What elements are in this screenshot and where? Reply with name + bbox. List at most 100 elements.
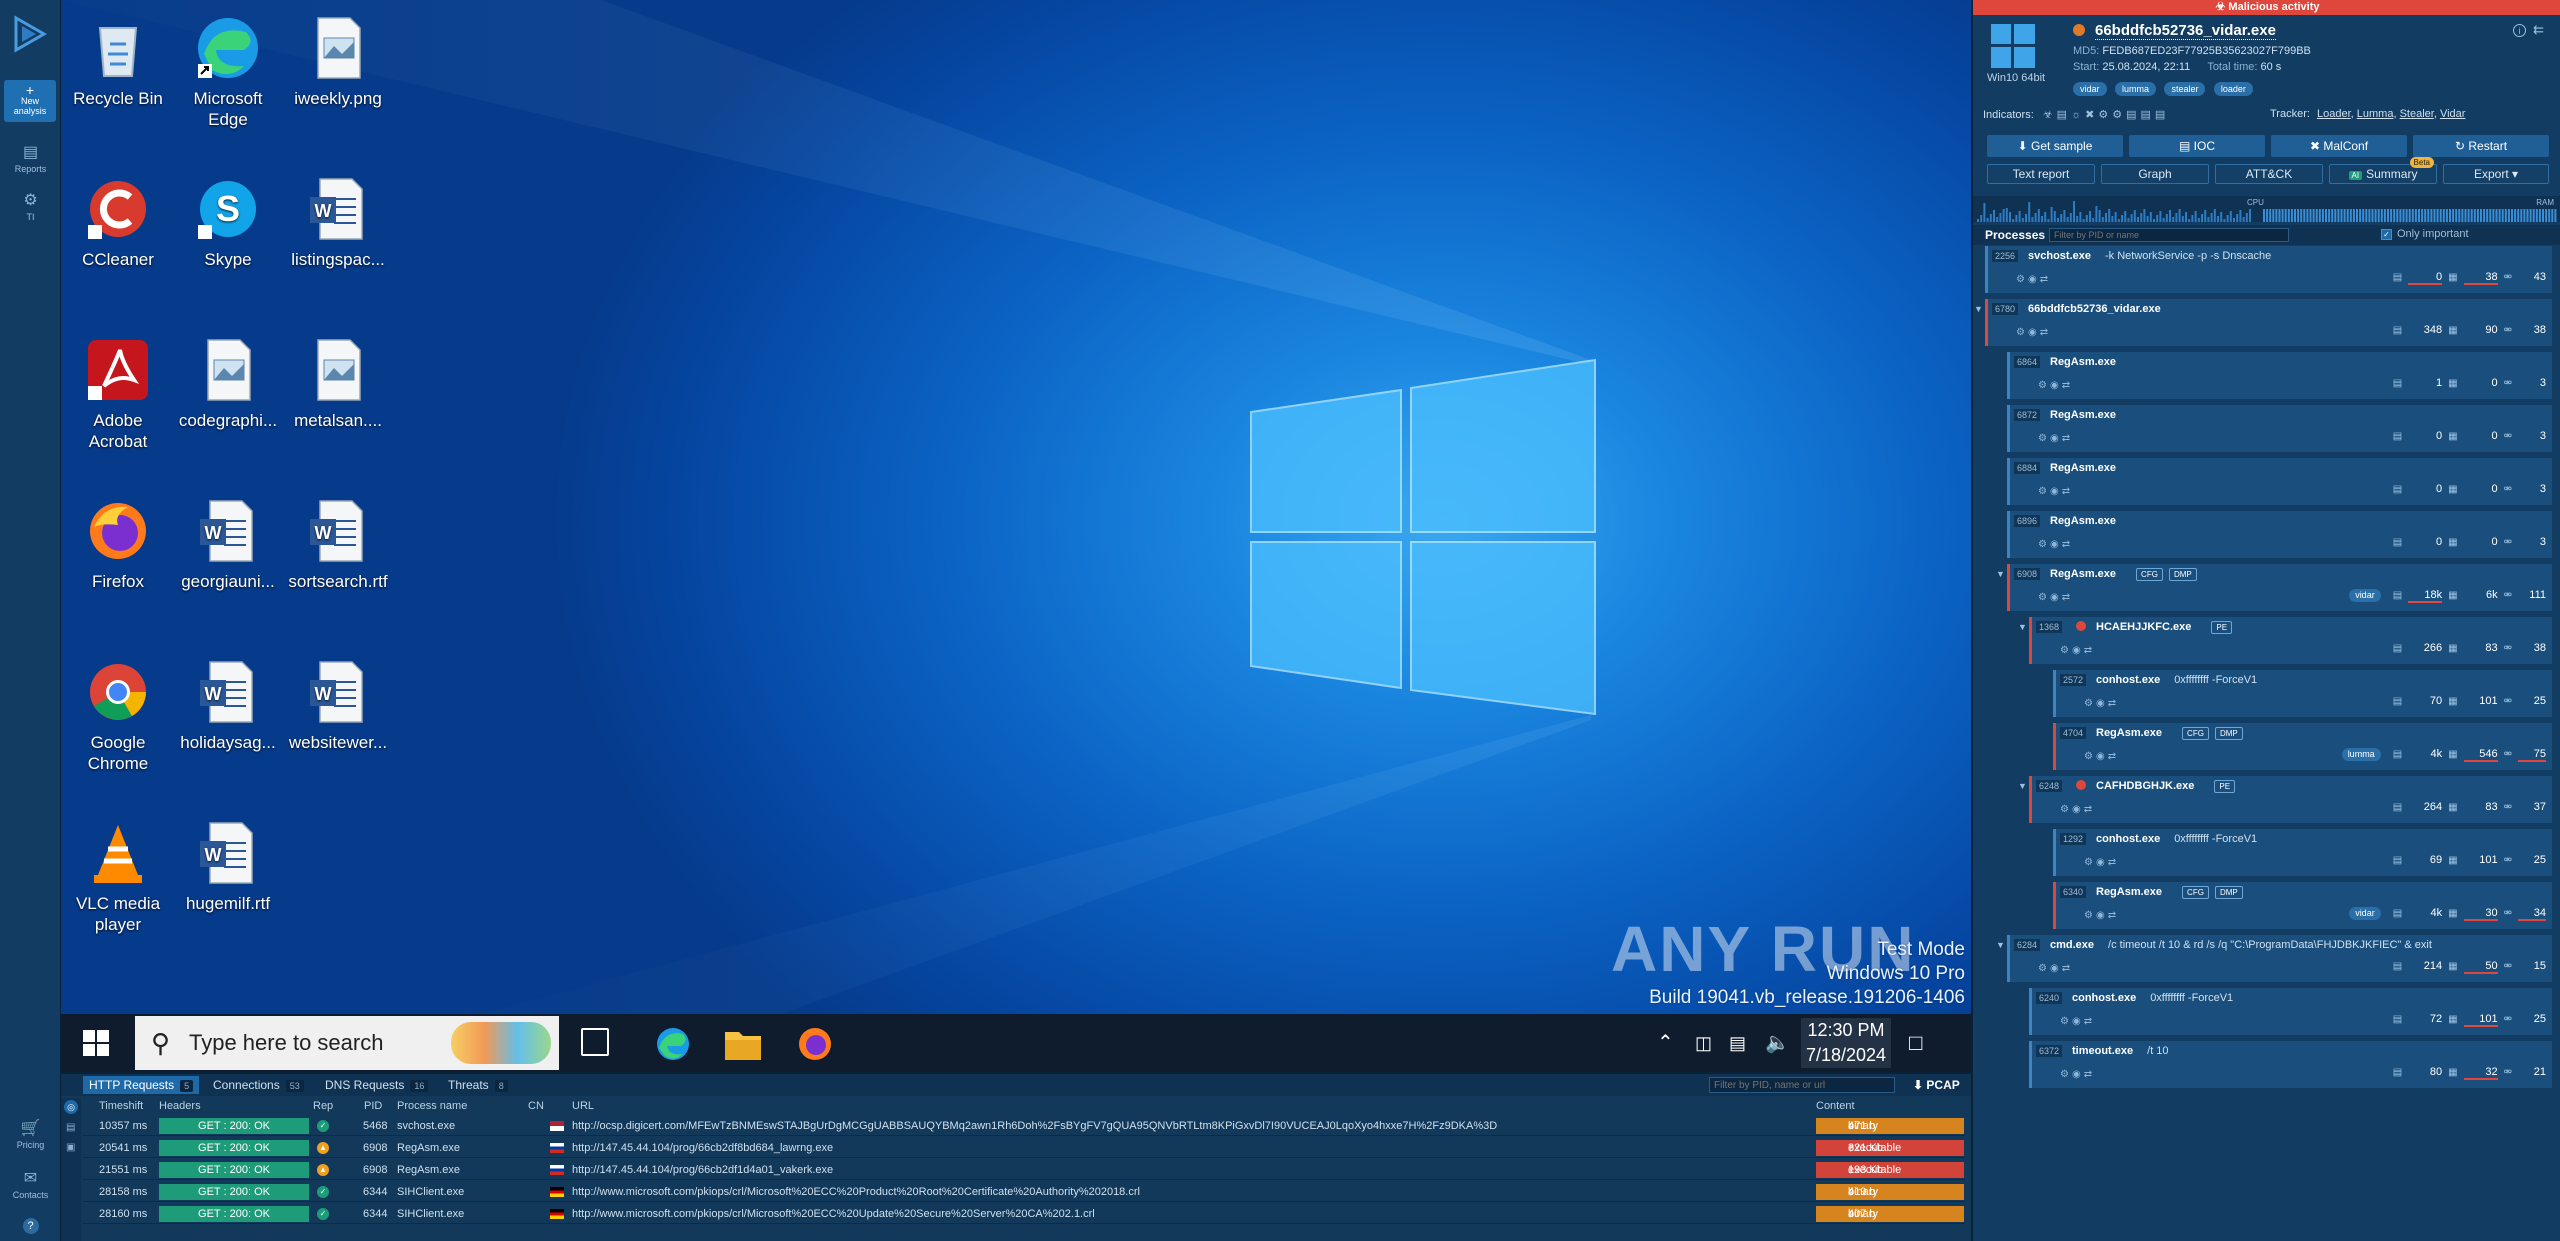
process-node[interactable]: 6248 CAFHDBGHJK.exe PE ⚙◉⇄ ▤ 264 ▦ 83 ⚮ 37	[2029, 776, 2552, 823]
lock-icon[interactable]: ▣	[66, 1142, 75, 1153]
new-analysis-button[interactable]: + New analysis	[4, 80, 56, 122]
ti-nav[interactable]: ⚙ TI	[0, 190, 61, 222]
expand-arrow-icon[interactable]: ▼	[1996, 940, 2005, 950]
restart-button[interactable]: ↻ Restart	[2413, 135, 2549, 157]
attck-button[interactable]: ATT&CK	[2215, 164, 2323, 184]
col-pid[interactable]: PID	[364, 1098, 382, 1114]
desktop-icon-metalsan[interactable]: metalsan....	[283, 336, 393, 431]
pricing-nav[interactable]: 🛒 Pricing	[0, 1118, 61, 1150]
desktop-icon-holidaysag[interactable]: W holidaysag...	[173, 658, 283, 753]
desktop-icon-acrobat[interactable]: Adobe Acrobat	[63, 336, 173, 452]
process-node[interactable]: 6240 conhost.exe 0xffffffff -ForceV1 ⚙◉⇄ ▤ 72…	[2029, 988, 2552, 1035]
process-node[interactable]: 6340 RegAsm.exe CFG DMP ⚙◉⇄ vidar ▤ 4k ▦ 30 ⚮ 34	[2053, 882, 2552, 929]
task-view-icon[interactable]	[581, 1028, 609, 1056]
process-node[interactable]: 6896 RegAsm.exe ⚙◉⇄ ▤ 0 ▦ 0 ⚮ 3	[2007, 511, 2552, 558]
desktop-icon-skype[interactable]: S Skype	[173, 175, 283, 270]
process-tag[interactable]: vidar	[2349, 589, 2381, 602]
desktop-icon-codegraphi[interactable]: codegraphi...	[173, 336, 283, 431]
file-icon[interactable]: ▤	[66, 1122, 75, 1133]
process-node[interactable]: 6872 RegAsm.exe ⚙◉⇄ ▤ 0 ▦ 0 ⚮ 3	[2007, 405, 2552, 452]
process-filter-input[interactable]	[2049, 228, 2289, 242]
notifications-icon[interactable]: □	[1909, 1014, 1922, 1072]
tracker-link-lumma[interactable]: Lumma	[2357, 108, 2394, 120]
network-row[interactable]: 28160 ms GET : 200: OK ✓ 6344 SIHClient.exe h…	[83, 1204, 1965, 1224]
process-node[interactable]: 6908 RegAsm.exe CFG DMP ⚙◉⇄ vidar ▤ 18k ▦ 6k ⚮ 111	[2007, 564, 2552, 611]
tray-device-icon[interactable]: ◫	[1695, 1014, 1712, 1072]
export-button[interactable]: Export ▾	[2443, 164, 2549, 184]
tab-threats[interactable]: Threats 8	[442, 1076, 514, 1094]
expand-arrow-icon[interactable]: ▼	[1996, 569, 2005, 579]
desktop-icon-ccleaner[interactable]: CCleaner	[63, 175, 173, 270]
col-headers[interactable]: Headers	[159, 1098, 201, 1114]
summary-button[interactable]: AI Summary Beta	[2329, 157, 2437, 184]
pcap-button[interactable]: ⬇ PCAP	[1913, 1076, 1960, 1094]
only-important-checkbox[interactable]: ✓	[2381, 229, 2392, 240]
expand-arrow-icon[interactable]: ▼	[2018, 622, 2027, 632]
col-content[interactable]: Content	[1816, 1098, 1855, 1114]
tab-connections[interactable]: Connections 53	[207, 1076, 310, 1094]
tag-vidar[interactable]: vidar	[2073, 82, 2107, 96]
get-sample-button[interactable]: ⬇ Get sample	[1987, 135, 2123, 157]
taskbar-search-box[interactable]: ⚲ Type here to search	[135, 1016, 559, 1070]
desktop-icon-vlc[interactable]: VLC media player	[63, 819, 173, 935]
process-node[interactable]: 6864 RegAsm.exe ⚙◉⇄ ▤ 1 ▦ 0 ⚮ 3	[2007, 352, 2552, 399]
edge-taskbar-icon[interactable]	[655, 1026, 691, 1062]
process-node[interactable]: 2572 conhost.exe 0xffffffff -ForceV1 ⚙◉⇄ ▤ 70…	[2053, 670, 2552, 717]
tag-loader[interactable]: loader	[2213, 82, 2253, 96]
col-cn[interactable]: CN	[528, 1098, 544, 1114]
anyrun-logo-icon[interactable]	[8, 12, 52, 56]
network-row[interactable]: 28158 ms GET : 200: OK ✓ 6344 SIHClient.exe h…	[83, 1182, 1965, 1202]
malconf-button[interactable]: ✖ MalConf	[2271, 135, 2407, 157]
taskbar-clock[interactable]: 12:30 PM 7/18/2024	[1801, 1018, 1891, 1068]
sample-filename[interactable]: 66bddfcb52736_vidar.exe	[2095, 22, 2276, 40]
process-tag[interactable]: vidar	[2349, 907, 2381, 920]
globe-icon[interactable]: ◎	[64, 1100, 78, 1114]
col-timeshift[interactable]: Timeshift	[99, 1098, 143, 1114]
ioc-button[interactable]: ▤ IOC	[2129, 135, 2265, 157]
process-node[interactable]: 1368 HCAEHJJKFC.exe PE ⚙◉⇄ ▤ 266 ▦ 83 ⚮ 38	[2029, 617, 2552, 664]
process-node[interactable]: 2256 svchost.exe -k NetworkService -p -s D…	[1985, 246, 2552, 293]
desktop-icon-sortsearch[interactable]: W sortsearch.rtf	[283, 497, 393, 592]
desktop-icon-firefox[interactable]: Firefox	[63, 497, 173, 592]
col-url[interactable]: URL	[572, 1098, 594, 1114]
desktop-icon-chrome[interactable]: Google Chrome	[63, 658, 173, 774]
desktop-icon-hugemilf[interactable]: W hugemilf.rtf	[173, 819, 283, 914]
desktop-icon-iweekly[interactable]: iweekly.png	[283, 14, 393, 109]
tracker-link-loader[interactable]: Loader	[2317, 108, 2351, 120]
col-rep[interactable]: Rep	[313, 1098, 333, 1114]
process-node[interactable]: 6372 timeout.exe/t 10 ⚙◉⇄ ▤ 80 ▦ 32 ⚮ 21	[2029, 1041, 2552, 1088]
info-icon[interactable]: i	[2513, 24, 2526, 37]
network-row[interactable]: 10357 ms GET : 200: OK ✓ 5468 svchost.exe htt…	[83, 1116, 1965, 1136]
graph-button[interactable]: Graph	[2101, 164, 2209, 184]
help-nav[interactable]: ?	[0, 1218, 61, 1236]
start-button[interactable]	[83, 1030, 109, 1056]
network-row[interactable]: 21551 ms GET : 200: OK ▲ 6908 RegAsm.exe http…	[83, 1160, 1965, 1180]
desktop-icon-edge[interactable]: Microsoft Edge	[173, 14, 283, 130]
tab-http-requests[interactable]: HTTP Requests 5	[83, 1076, 200, 1094]
contacts-nav[interactable]: ✉ Contacts	[0, 1168, 61, 1200]
tracker-link-vidar[interactable]: Vidar	[2440, 108, 2465, 120]
col-process-name[interactable]: Process name	[397, 1098, 467, 1114]
desktop-icon-recycle-bin[interactable]: Recycle Bin	[63, 14, 173, 109]
network-row[interactable]: 20541 ms GET : 200: OK ▲ 6908 RegAsm.exe http…	[83, 1138, 1965, 1158]
process-tag[interactable]: lumma	[2341, 748, 2381, 761]
process-node[interactable]: 1292 conhost.exe 0xffffffff -ForceV1 ⚙◉⇄ ▤ 69…	[2053, 829, 2552, 876]
reports-nav[interactable]: ▤ Reports	[0, 142, 61, 174]
md5-value[interactable]: FEDB687ED23F77925B35623027F799BB	[2102, 45, 2311, 57]
tag-lumma[interactable]: lumma	[2114, 82, 2156, 96]
volume-icon[interactable]: 🔈	[1765, 1014, 1790, 1072]
firefox-taskbar-icon[interactable]	[797, 1026, 833, 1062]
process-node[interactable]: 6284 cmd.exe/c timeout /t 10 & rd /s /q "…	[2007, 935, 2552, 982]
tracker-link-stealer[interactable]: Stealer	[2400, 108, 2434, 120]
tray-chevron-icon[interactable]: ⌃	[1657, 1014, 1674, 1072]
expand-arrow-icon[interactable]: ▼	[2018, 781, 2027, 791]
desktop-icon-listingspac[interactable]: W listingspac...	[283, 175, 393, 270]
process-node[interactable]: 6884 RegAsm.exe ⚙◉⇄ ▤ 0 ▦ 0 ⚮ 3	[2007, 458, 2552, 505]
indicator-icons[interactable]: ☣▤☼✖⚙⚙▤▤▤	[2043, 109, 2169, 121]
tab-dns-requests[interactable]: DNS Requests 16	[319, 1076, 434, 1094]
network-icon[interactable]: ▤	[1729, 1014, 1746, 1072]
desktop-icon-georgiauni[interactable]: W georgiauni...	[173, 497, 283, 592]
tag-stealer[interactable]: stealer	[2164, 82, 2206, 96]
share-icon[interactable]: ⇇	[2533, 22, 2544, 38]
expand-arrow-icon[interactable]: ▼	[1974, 304, 1983, 314]
